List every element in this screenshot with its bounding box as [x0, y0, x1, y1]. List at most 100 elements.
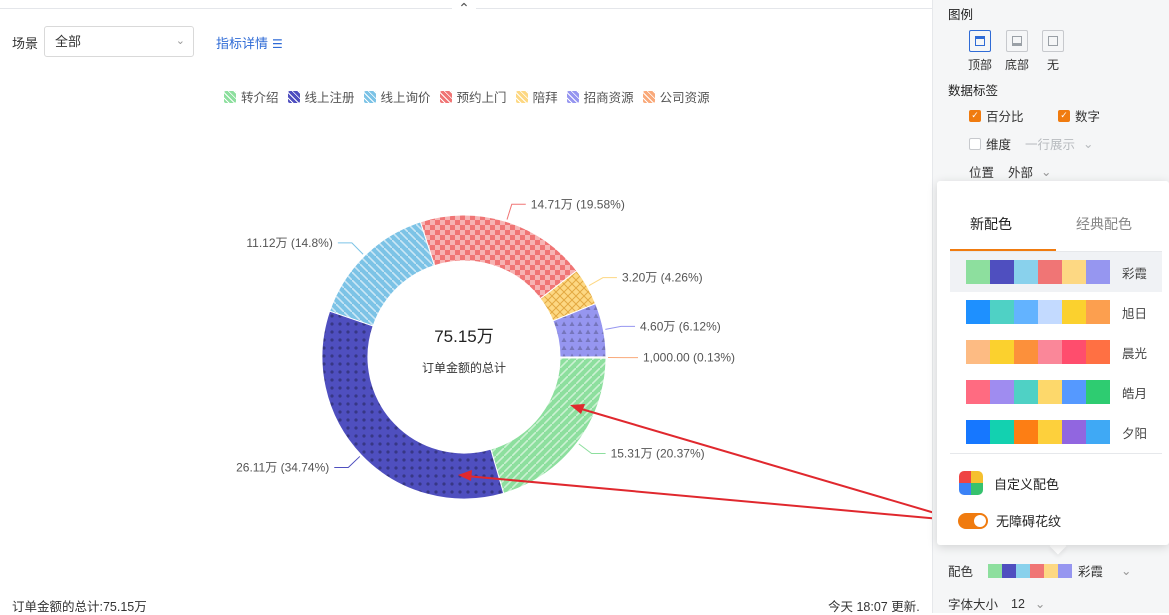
number-label: 数字	[1075, 106, 1100, 125]
font-size-row[interactable]: 字体大小 12 ⌄	[948, 594, 1045, 613]
font-size-label: 字体大小	[948, 594, 998, 613]
position-select-value[interactable]: 外部	[1008, 162, 1033, 181]
scheme-swatch	[990, 300, 1014, 324]
one-line-label: 一行展示	[1025, 134, 1075, 153]
color-scheme-label: 配色	[948, 561, 973, 580]
slice-data-label: 3.20万 (4.26%)	[622, 271, 703, 285]
scheme-swatch	[1086, 380, 1110, 404]
tab-classic-colors[interactable]: 经典配色	[1076, 214, 1132, 234]
legend-bottom-icon	[1006, 30, 1028, 52]
chevron-down-icon: ⌄	[1041, 164, 1051, 179]
total-summary: 订单金额的总计:75.15万	[12, 596, 147, 615]
center-label: 订单金额的总计	[422, 360, 506, 375]
scheme-swatch	[990, 380, 1014, 404]
scheme-name: 彩霞	[1122, 263, 1147, 282]
color-scheme-row[interactable]: 配色 彩霞 ⌄	[948, 561, 1132, 580]
donut-chart: 15.31万 (20.37%) 26.11万 (34.74%) 11.12万 (14…	[0, 0, 932, 590]
color-scheme-popover: 新配色 经典配色 彩霞旭日晨光皓月夕阳 自定义配色 无障碍花纹	[937, 181, 1169, 545]
position-label: 位置	[969, 162, 994, 181]
popover-divider	[950, 453, 1162, 454]
scheme-swatch	[1086, 420, 1110, 444]
legend-bottom-label: 底部	[1005, 58, 1029, 72]
check-icon: ✓	[1058, 110, 1070, 122]
scheme-swatch	[1038, 300, 1062, 324]
scheme-swatch	[1038, 260, 1062, 284]
donut-slice[interactable]	[330, 222, 435, 326]
scheme-swatches	[966, 380, 1110, 404]
mini-swatch	[1044, 564, 1058, 578]
scheme-option[interactable]: 皓月	[950, 372, 1162, 412]
center-value: 75.15万	[434, 327, 494, 346]
legend-none-option[interactable]: 无	[1033, 30, 1073, 73]
font-size-value: 12	[1011, 597, 1025, 611]
scheme-swatch	[990, 340, 1014, 364]
scheme-swatch	[1062, 340, 1086, 364]
one-line-select: 一行展示⌄	[1025, 134, 1094, 153]
data-label-section-title: 数据标签	[948, 80, 998, 99]
scheme-option[interactable]: 夕阳	[950, 412, 1162, 452]
scheme-swatch	[1038, 340, 1062, 364]
position-row: 位置 外部 ⌄	[969, 162, 1052, 181]
slice-data-label: 4.60万 (6.12%)	[640, 319, 721, 333]
accessible-pattern-toggle-row[interactable]: 无障碍花纹	[958, 511, 1061, 530]
legend-none-icon	[1042, 30, 1064, 52]
custom-colors-label: 自定义配色	[994, 474, 1059, 493]
scheme-option[interactable]: 彩霞	[950, 252, 1162, 292]
scheme-swatch	[966, 380, 990, 404]
scheme-swatch	[1086, 340, 1110, 364]
accessible-pattern-label: 无障碍花纹	[996, 511, 1061, 530]
custom-colors-button[interactable]: 自定义配色	[959, 471, 1059, 495]
scheme-swatch	[966, 260, 990, 284]
scheme-swatch	[990, 420, 1014, 444]
legend-section-title: 图例	[948, 4, 973, 23]
slice-data-label: 26.11万 (34.74%)	[236, 460, 329, 474]
check-icon: ✓	[969, 110, 981, 122]
dimension-checkbox[interactable]: 维度	[969, 134, 1011, 153]
scheme-swatches	[966, 340, 1110, 364]
scheme-swatch	[1014, 300, 1038, 324]
legend-top-option[interactable]: 顶部	[960, 30, 1000, 73]
label-leader-line	[579, 444, 606, 454]
slice-data-label: 11.12万 (14.8%)	[246, 236, 333, 250]
donut-slice[interactable]	[491, 358, 606, 494]
scheme-swatch	[966, 340, 990, 364]
percent-label: 百分比	[986, 106, 1024, 125]
scheme-name: 晨光	[1122, 343, 1147, 362]
scheme-swatch	[1038, 380, 1062, 404]
active-tab-indicator	[950, 249, 1056, 251]
scheme-swatch	[966, 300, 990, 324]
donut-slice[interactable]	[420, 215, 576, 299]
scheme-swatch	[1062, 260, 1086, 284]
label-leader-line	[338, 243, 363, 254]
scheme-swatch	[1062, 380, 1086, 404]
donut-slice[interactable]	[560, 357, 606, 358]
update-time: 今天 18:07 更新.	[828, 596, 920, 615]
legend-bottom-option[interactable]: 底部	[997, 30, 1037, 73]
scheme-swatch	[1014, 380, 1038, 404]
scheme-swatch	[1014, 340, 1038, 364]
scheme-swatch	[1086, 260, 1110, 284]
scheme-name: 夕阳	[1122, 423, 1147, 442]
scheme-option[interactable]: 旭日	[950, 292, 1162, 332]
chevron-down-icon: ⌄	[1121, 563, 1131, 578]
tab-new-colors[interactable]: 新配色	[970, 214, 1012, 234]
legend-top-icon	[969, 30, 991, 52]
legend-top-label: 顶部	[968, 58, 992, 72]
scheme-swatches	[966, 260, 1110, 284]
scheme-swatch	[990, 260, 1014, 284]
mini-swatch	[1016, 564, 1030, 578]
accessible-pattern-toggle[interactable]	[958, 513, 988, 529]
palette-icon	[959, 471, 983, 495]
scheme-swatch	[966, 420, 990, 444]
mini-swatch	[988, 564, 1002, 578]
legend-none-label: 无	[1047, 58, 1059, 72]
mini-swatch	[1058, 564, 1072, 578]
label-leader-line	[334, 456, 360, 467]
scheme-option[interactable]: 晨光	[950, 332, 1162, 372]
chart-canvas-area: ⌃ 场景 全部 ⌄ 指标详情☰ 转介绍线上注册线上询价预约上门陪拜招商资源公司资…	[0, 0, 932, 613]
slice-data-label: 15.31万 (20.37%)	[611, 447, 705, 461]
scheme-name: 旭日	[1122, 303, 1147, 322]
percent-checkbox[interactable]: ✓ 百分比	[969, 106, 1024, 125]
number-checkbox[interactable]: ✓ 数字	[1058, 106, 1100, 125]
scheme-swatch	[1086, 300, 1110, 324]
